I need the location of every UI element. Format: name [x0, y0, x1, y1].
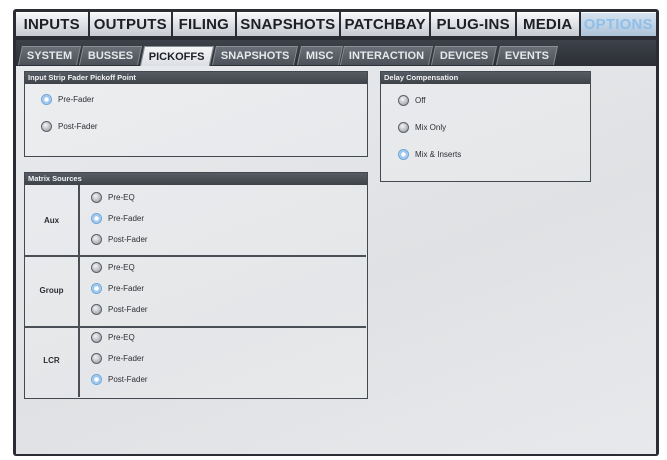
delay-off-option[interactable]: Off — [398, 95, 426, 106]
matrix-column-divider — [78, 185, 80, 397]
subtab-busses-label: BUSSES — [88, 50, 134, 62]
subtab-misc[interactable]: MISC — [296, 46, 343, 65]
tab-options[interactable]: OPTIONS — [580, 12, 657, 36]
matrix-row-divider — [25, 326, 366, 328]
subtab-snapshots[interactable]: SNAPSHOTS — [212, 46, 299, 65]
sub-tab-bar: SYSTEM BUSSES PICKOFFS SNAPSHOTS MISC IN… — [17, 46, 558, 66]
radio-unselected-icon[interactable] — [91, 304, 102, 315]
subtab-snapshots-label: SNAPSHOTS — [221, 50, 290, 62]
group-post-fader-option[interactable]: Post-Fader — [91, 304, 148, 315]
delay-off-label: Off — [415, 96, 426, 105]
aux-post-fader-label: Post-Fader — [108, 235, 148, 244]
aux-pre-fader-option[interactable]: Pre-Fader — [91, 213, 144, 224]
input-pre-fader-option[interactable]: Pre-Fader — [41, 94, 94, 105]
radio-selected-icon[interactable] — [91, 374, 102, 385]
aux-pre-fader-label: Pre-Fader — [108, 214, 145, 223]
radio-unselected-icon[interactable] — [91, 332, 102, 343]
delay-mix-inserts-option[interactable]: Mix & Inserts — [398, 149, 461, 160]
subtab-devices[interactable]: DEVICES — [431, 46, 498, 65]
lcr-pre-fader-option[interactable]: Pre-Fader — [91, 353, 144, 364]
subtab-system[interactable]: SYSTEM — [17, 46, 82, 65]
input-post-fader-option[interactable]: Post-Fader — [41, 121, 98, 132]
subtab-events-label: EVENTS — [504, 50, 549, 62]
top-tab-bar: INPUTS OUTPUTS FILING SNAPSHOTS PATCHBAY… — [16, 12, 657, 36]
subtab-system-label: SYSTEM — [26, 50, 73, 62]
tab-patchbay[interactable]: PATCHBAY — [340, 12, 430, 36]
radio-selected-icon[interactable] — [398, 149, 409, 160]
group-pre-fader-option[interactable]: Pre-Fader — [91, 283, 144, 294]
subtab-interaction[interactable]: INTERACTION — [340, 46, 434, 65]
delay-mix-inserts-label: Mix & Inserts — [415, 150, 462, 159]
input-post-fader-label: Post-Fader — [58, 122, 98, 131]
subtab-devices-label: DEVICES — [440, 50, 489, 62]
matrix-sources-title: Matrix Sources — [25, 173, 367, 185]
tab-filing[interactable]: FILING — [173, 12, 235, 36]
input-strip-pickoff-title: Input Strip Fader Pickoff Point — [25, 72, 367, 84]
radio-unselected-icon[interactable] — [91, 262, 102, 273]
lcr-post-fader-option[interactable]: Post-Fader — [91, 374, 148, 385]
tab-media[interactable]: MEDIA — [516, 12, 579, 36]
subtab-busses[interactable]: BUSSES — [79, 46, 143, 65]
radio-selected-icon[interactable] — [91, 213, 102, 224]
lcr-post-fader-label: Post-Fader — [108, 375, 148, 384]
radio-unselected-icon[interactable] — [91, 192, 102, 203]
subtab-pickoffs-label: PICKOFFS — [149, 50, 206, 63]
lcr-pre-eq-option[interactable]: Pre-EQ — [91, 332, 135, 343]
radio-unselected-icon[interactable] — [398, 95, 409, 106]
tab-plug-ins[interactable]: PLUG-INS — [431, 12, 515, 36]
subtab-events[interactable]: EVENTS — [495, 46, 558, 65]
matrix-sources-panel: Matrix Sources Aux Pre-EQ Pre-Fader Post… — [24, 172, 368, 399]
group-pre-eq-label: Pre-EQ — [108, 263, 135, 272]
group-post-fader-label: Post-Fader — [108, 305, 148, 314]
subtab-pickoffs[interactable]: PICKOFFS — [140, 46, 215, 66]
matrix-lcr-label: LCR — [43, 356, 60, 365]
delay-compensation-panel: Delay Compensation Off Mix Only Mix & In… — [380, 71, 591, 182]
group-pre-eq-option[interactable]: Pre-EQ — [91, 262, 135, 273]
tab-outputs[interactable]: OUTPUTS — [89, 12, 172, 36]
delay-compensation-title: Delay Compensation — [381, 72, 590, 84]
subtab-misc-label: MISC — [305, 50, 333, 62]
aux-post-fader-option[interactable]: Post-Fader — [91, 234, 148, 245]
matrix-row-divider — [25, 255, 366, 257]
aux-pre-eq-label: Pre-EQ — [108, 193, 135, 202]
lcr-pre-fader-label: Pre-Fader — [108, 354, 145, 363]
input-strip-pickoff-panel: Input Strip Fader Pickoff Point Pre-Fade… — [24, 71, 368, 157]
radio-unselected-icon[interactable] — [41, 121, 52, 132]
matrix-group-label: Group — [39, 286, 64, 295]
subtab-interaction-label: INTERACTION — [348, 50, 425, 62]
delay-mix-only-option[interactable]: Mix Only — [398, 122, 446, 133]
tab-snapshots[interactable]: SNAPSHOTS — [236, 12, 339, 36]
lcr-pre-eq-label: Pre-EQ — [108, 333, 135, 342]
radio-unselected-icon[interactable] — [398, 122, 409, 133]
delay-mix-only-label: Mix Only — [415, 123, 447, 132]
input-pre-fader-label: Pre-Fader — [58, 95, 95, 104]
group-pre-fader-label: Pre-Fader — [108, 284, 145, 293]
radio-selected-icon[interactable] — [91, 283, 102, 294]
tab-inputs[interactable]: INPUTS — [16, 12, 88, 36]
radio-unselected-icon[interactable] — [91, 234, 102, 245]
matrix-aux-label: Aux — [43, 216, 60, 225]
radio-selected-icon[interactable] — [41, 94, 52, 105]
radio-unselected-icon[interactable] — [91, 353, 102, 364]
content-area: Input Strip Fader Pickoff Point Pre-Fade… — [16, 66, 656, 454]
aux-pre-eq-option[interactable]: Pre-EQ — [91, 192, 135, 203]
